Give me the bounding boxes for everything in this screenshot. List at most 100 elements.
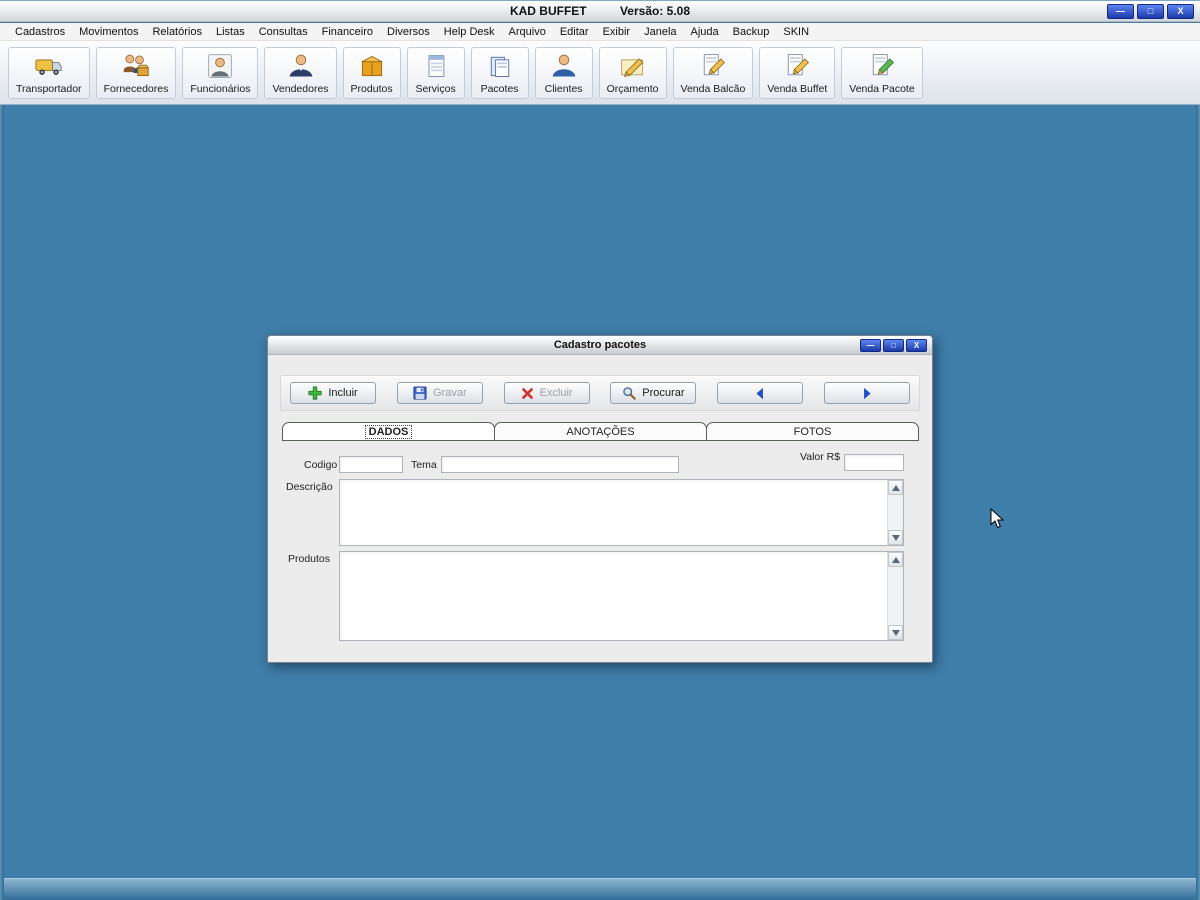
toolbar-label: Vendedores [272,83,329,95]
menu-item-exibir[interactable]: Exibir [596,24,638,40]
toolbar-label: Venda Pacote [849,83,915,95]
menu-item-cadastros[interactable]: Cadastros [8,24,72,40]
produtos-text[interactable] [340,552,887,640]
excluir-label: Excluir [539,387,573,399]
scroll-down-icon[interactable] [888,625,903,640]
excluir-button[interactable]: Excluir [503,382,590,404]
app-version: Versão: 5.08 [619,4,691,18]
menu-item-diversos[interactable]: Diversos [380,24,437,40]
counter-sale-icon [698,51,728,81]
minimize-button[interactable]: — [1107,4,1134,19]
produtos-textarea[interactable] [339,551,904,641]
incluir-label: Incluir [328,387,358,399]
procurar-button[interactable]: Procurar [610,382,697,404]
toolbar-button-orcamento[interactable]: Orçamento [598,46,667,99]
toolbar-label: Venda Buffet [767,83,828,95]
dialog-titlebar[interactable]: Cadastro pacotes — □ X [268,336,932,355]
dialog-maximize-button[interactable]: □ [883,339,904,352]
toolbar-button-produtos[interactable]: Produtos [342,46,401,99]
descricao-text[interactable] [340,480,887,545]
cadastro-pacotes-window: Cadastro pacotes — □ X Incluir Gravar Ex… [267,335,933,663]
toolbar-label: Fornecedores [103,83,169,95]
menu-item-relatorios[interactable]: Relatórios [145,24,209,40]
clients-icon [549,51,579,81]
codigo-input[interactable] [339,456,403,473]
search-icon [622,386,637,400]
tab-fotos[interactable]: FOTOS [706,422,919,441]
tab-fotos-label: FOTOS [793,425,832,438]
menu-item-arquivo[interactable]: Arquivo [502,24,553,40]
toolbar-label: Produtos [350,83,393,95]
suppliers-icon [121,51,151,81]
descricao-scrollbar[interactable] [887,480,903,545]
gravar-button[interactable]: Gravar [396,382,483,404]
next-record-button[interactable] [823,382,910,404]
dialog-window-controls: — □ X [860,339,927,352]
package-sale-icon [867,51,897,81]
toolbar-button-venda-pacote[interactable]: Venda Pacote [841,46,923,99]
tema-input[interactable] [441,456,679,473]
toolbar-button-fornecedores[interactable]: Fornecedores [95,46,177,99]
buffet-sale-icon [782,51,812,81]
toolbar-label: Clientes [544,83,583,95]
tema-label: Tema [411,459,437,471]
right-arrow-icon [860,387,873,400]
toolbar-button-venda-buffet[interactable]: Venda Buffet [759,46,836,99]
toolbar-label: Funcionários [190,83,251,95]
toolbar-button-funcionarios[interactable]: Funcionários [182,46,259,99]
menu-item-editar[interactable]: Editar [553,24,596,40]
tab-dados[interactable]: DADOS [282,422,495,441]
scroll-down-icon[interactable] [888,530,903,545]
toolbar-label: Transportador [16,83,82,95]
gravar-label: Gravar [432,387,467,399]
estimate-icon [618,51,648,81]
main-titlebar: KAD BUFFET Versão: 5.08 — □ X [0,0,1200,22]
toolbar-button-venda-balcao[interactable]: Venda Balcão [672,46,754,99]
menu-item-backup[interactable]: Backup [726,24,777,40]
menu-item-consultas[interactable]: Consultas [252,24,315,40]
maximize-button[interactable]: □ [1137,4,1164,19]
tab-anotacoes[interactable]: ANOTAÇÕES [494,422,707,441]
app-title-name: KAD BUFFET [509,4,587,18]
save-icon [413,386,427,400]
salespeople-icon [286,51,316,81]
dialog-close-button[interactable]: X [906,339,927,352]
app-title: KAD BUFFET Versão: 5.08 [0,1,1200,23]
toolbar-label: Orçamento [606,83,659,95]
tab-anotacoes-label: ANOTAÇÕES [566,425,635,438]
scroll-up-icon[interactable] [888,552,903,567]
valor-label: Valor R$ [800,451,841,463]
menu-item-janela[interactable]: Janela [637,24,683,40]
toolbar-label: Pacotes [480,83,519,95]
descricao-textarea[interactable] [339,479,904,546]
truck-icon [34,51,64,81]
dialog-tabs: DADOS ANOTAÇÕES FOTOS [282,422,919,441]
toolbar-button-servicos[interactable]: Serviços [406,46,465,99]
scroll-up-icon[interactable] [888,480,903,495]
codigo-label: Codigo [304,459,338,471]
valor-input[interactable] [844,454,904,471]
dialog-minimize-button[interactable]: — [860,339,881,352]
close-button[interactable]: X [1167,4,1194,19]
menu-item-helpdesk[interactable]: Help Desk [437,24,502,40]
menu-item-financeiro[interactable]: Financeiro [315,24,380,40]
procurar-label: Procurar [642,387,685,399]
produtos-label: Produtos [288,553,331,565]
toolbar-button-pacotes[interactable]: Pacotes [470,46,529,99]
produtos-scrollbar[interactable] [887,552,903,640]
incluir-button[interactable]: Incluir [290,382,376,404]
toolbar-label: Venda Balcão [680,83,746,95]
products-icon [357,51,387,81]
plus-icon [308,386,322,400]
menu-item-ajuda[interactable]: Ajuda [684,24,726,40]
menu-item-listas[interactable]: Listas [209,24,252,40]
menu-item-movimentos[interactable]: Movimentos [72,24,145,40]
dialog-action-toolbar: Incluir Gravar Excluir Procurar [280,375,920,411]
previous-record-button[interactable] [717,382,804,404]
toolbar-button-vendedores[interactable]: Vendedores [264,46,337,99]
menu-item-skin[interactable]: SKIN [776,24,816,40]
toolbar-button-transportador[interactable]: Transportador [8,46,90,99]
employees-icon [205,51,235,81]
window-controls: — □ X [1107,4,1194,19]
toolbar-button-clientes[interactable]: Clientes [534,46,593,99]
